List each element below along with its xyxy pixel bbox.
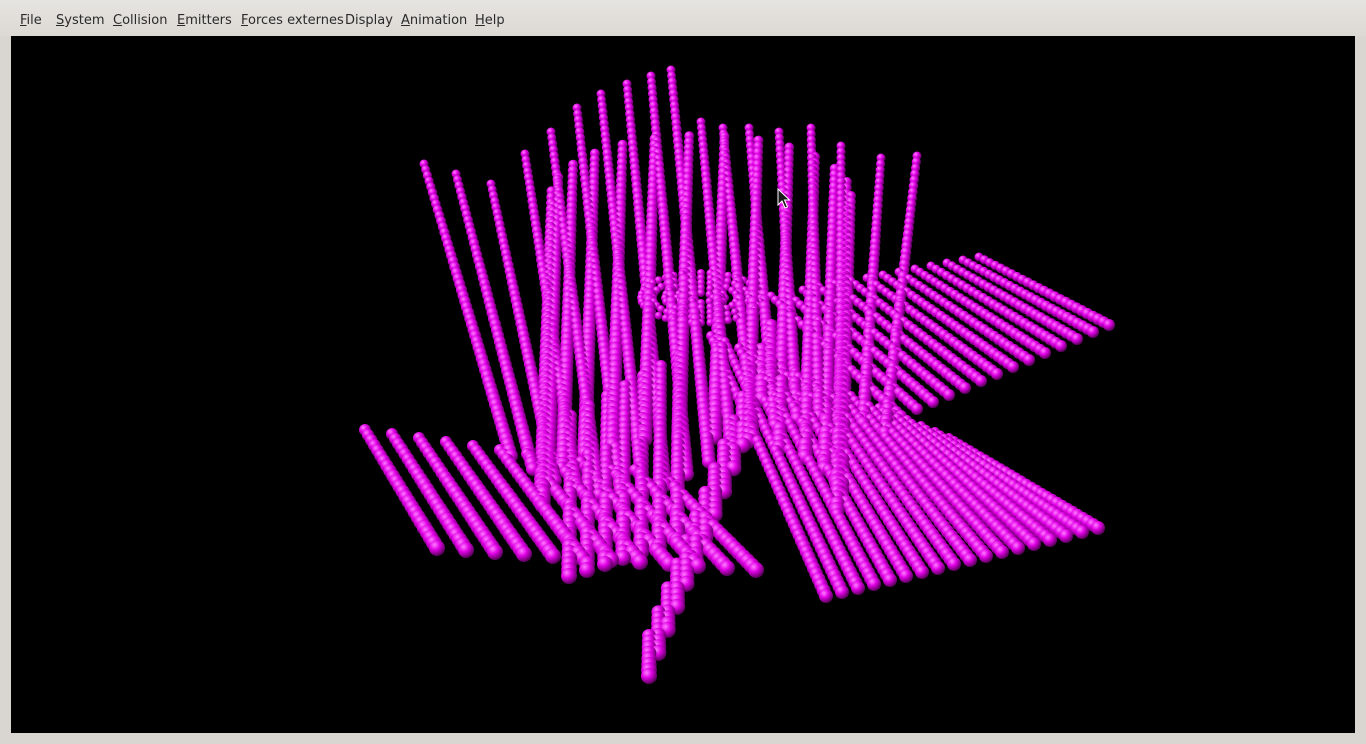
particle-column xyxy=(632,554,648,570)
particle-sheet xyxy=(1011,541,1025,555)
particle-sheet xyxy=(835,585,849,599)
gl-viewport[interactable] xyxy=(11,36,1355,733)
menu-collision[interactable]: Collision xyxy=(113,13,167,28)
menu-file[interactable]: File xyxy=(20,13,42,28)
menu-animation[interactable]: Animation xyxy=(401,13,467,28)
particle-sheet xyxy=(899,569,913,583)
particle-sheet xyxy=(915,565,929,579)
particle-sheet xyxy=(991,368,1003,380)
particle-sheet xyxy=(819,589,833,603)
particle-sheet xyxy=(911,403,923,415)
particle-sheet xyxy=(1087,326,1099,338)
particle-column xyxy=(516,546,532,562)
particle-sheet xyxy=(867,577,881,591)
particle-sheet xyxy=(979,549,993,563)
particle-sheet xyxy=(1103,319,1115,331)
menu-help[interactable]: Help xyxy=(475,13,505,28)
particle-sheet xyxy=(931,561,945,575)
particle-scene xyxy=(359,65,1115,684)
particle-column xyxy=(458,542,474,558)
particle-sheet xyxy=(1039,347,1051,359)
particle-column xyxy=(748,562,764,578)
menu-display[interactable]: Display xyxy=(345,13,393,28)
particle-swirl xyxy=(654,311,663,320)
particle-column xyxy=(597,556,613,572)
particle-sheet xyxy=(995,545,1009,559)
particle-sheet xyxy=(927,396,939,408)
particle-column xyxy=(545,548,561,564)
particle-sheet xyxy=(1075,525,1089,539)
particle-sheet xyxy=(883,573,897,587)
particle-sheet xyxy=(851,581,865,595)
particle-sheet xyxy=(975,375,987,387)
particle-column xyxy=(429,540,445,556)
particle-sheet xyxy=(1071,333,1083,345)
particle-sheet xyxy=(1043,533,1057,547)
particle-sheet xyxy=(1007,361,1019,373)
particle-column xyxy=(561,568,577,584)
particle-column xyxy=(579,562,595,578)
particle-column xyxy=(719,560,735,576)
menu-emitters[interactable]: Emitters xyxy=(177,13,232,28)
particle-sheet xyxy=(959,382,971,394)
particle-sheet xyxy=(1023,354,1035,366)
particle-sheet xyxy=(943,389,955,401)
menu-forces-externes[interactable]: Forces externes xyxy=(241,13,344,28)
particle-sheet xyxy=(1027,537,1041,551)
mouse-pointer-icon xyxy=(777,188,791,209)
particle-sheet xyxy=(1091,521,1105,535)
particle-sheet xyxy=(1059,529,1073,543)
particle-sheet xyxy=(1055,340,1067,352)
menu-system[interactable]: System xyxy=(56,13,105,28)
particle-column xyxy=(487,544,503,560)
menu-bar: File System Collision Emitters Forces ex… xyxy=(0,0,1366,36)
particle-sheet xyxy=(963,553,977,567)
particle-ribbon xyxy=(641,668,657,684)
particle-sheet xyxy=(947,557,961,571)
